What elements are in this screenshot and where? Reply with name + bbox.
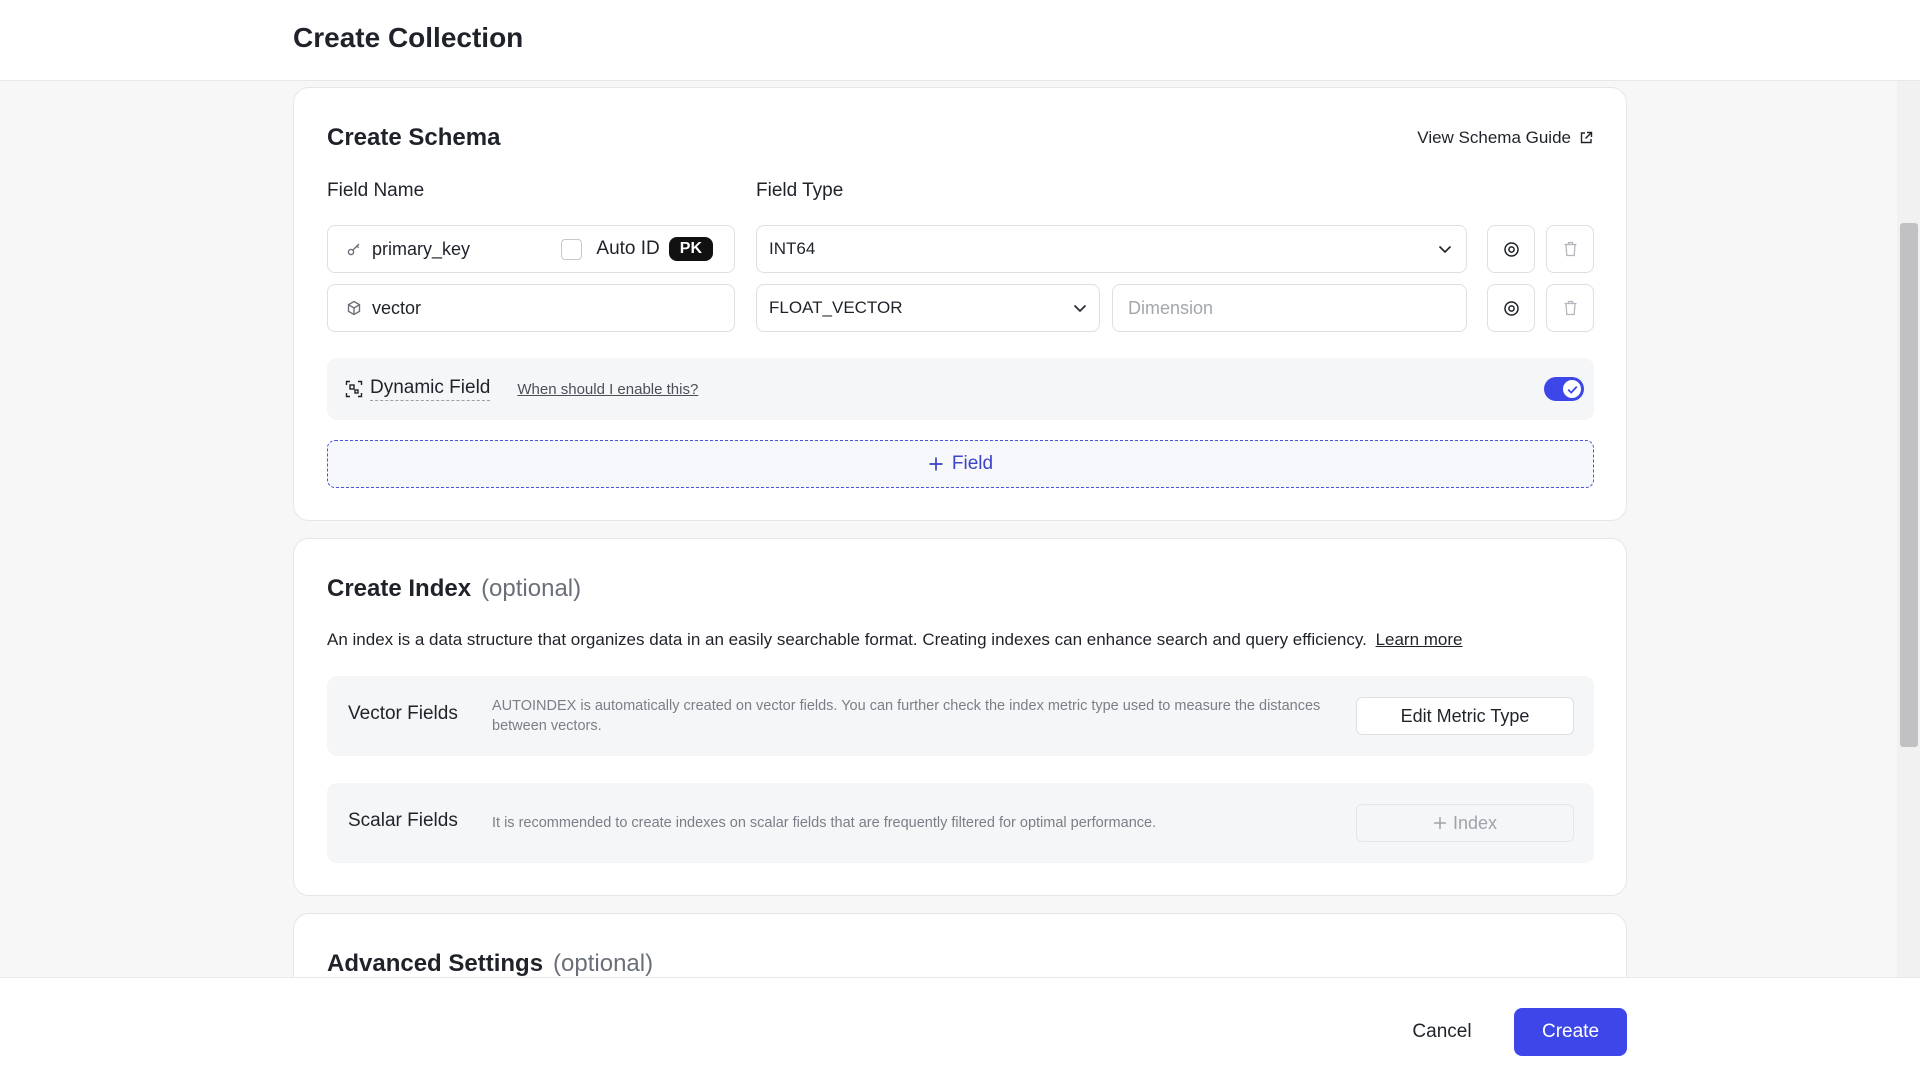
field-type-label: Field Type	[756, 180, 844, 201]
primary-key-type-select[interactable]: INT64	[756, 225, 1467, 273]
vector-fields-description: AUTOINDEX is automatically created on ve…	[492, 698, 1321, 734]
vector-field-name: vector	[372, 297, 422, 318]
scrollbar-track[interactable]	[1897, 81, 1920, 977]
settings-icon	[1503, 241, 1519, 257]
index-card: Create Index (optional) An index is a dat…	[293, 538, 1627, 896]
add-index-label: Index	[1452, 812, 1498, 833]
trash-icon	[1564, 241, 1576, 257]
create-button[interactable]: Create	[1514, 1008, 1627, 1056]
dimension-input[interactable]: Dimension	[1112, 284, 1467, 332]
add-field-label: Field	[951, 453, 994, 474]
toggle-knob	[1563, 380, 1581, 398]
cancel-button[interactable]: Cancel	[1394, 1008, 1490, 1056]
add-field-button[interactable]: Field	[327, 440, 1594, 488]
vector-settings-button[interactable]	[1487, 284, 1535, 332]
vector-delete-button[interactable]	[1546, 284, 1594, 332]
index-description-text: An index is a data structure that organi…	[327, 630, 1367, 649]
schema-card: Create Schema View Schema Guide Field Na…	[293, 87, 1627, 521]
chevron-down-icon	[1438, 245, 1452, 253]
primary-key-type-value: INT64	[769, 239, 816, 258]
dynamic-field-toggle[interactable]	[1544, 377, 1584, 401]
external-link-icon	[1580, 131, 1593, 144]
add-index-button[interactable]: Index	[1356, 804, 1574, 842]
field-name-label: Field Name	[327, 180, 425, 201]
dynamic-field-row: Dynamic Field When should I enable this?	[327, 358, 1594, 420]
footer-bar: Cancel Create	[0, 977, 1920, 1085]
dimension-placeholder: Dimension	[1128, 297, 1214, 318]
dynamic-field-help-link[interactable]: When should I enable this?	[517, 381, 698, 398]
scalar-fields-description: It is recommended to create indexes on s…	[492, 815, 1157, 831]
learn-more-link[interactable]: Learn more	[1376, 630, 1463, 649]
view-schema-guide-label: View Schema Guide	[1417, 128, 1571, 147]
vector-fields-title: Vector Fields	[348, 703, 458, 724]
dynamic-field-label: Dynamic Field	[370, 377, 491, 401]
plus-icon	[929, 457, 943, 471]
primary-key-settings-button[interactable]	[1487, 225, 1535, 273]
plus-icon	[1433, 817, 1446, 829]
index-optional-label: (optional)	[481, 575, 582, 602]
vector-type-value: FLOAT_VECTOR	[769, 298, 903, 317]
advanced-settings-title-text: Advanced Settings	[327, 950, 544, 977]
check-icon	[1567, 385, 1577, 394]
dynamic-field-icon	[345, 380, 363, 398]
auto-id-checkbox[interactable]	[561, 238, 583, 260]
trash-icon	[1564, 300, 1576, 316]
scalar-fields-row: Scalar Fields It is recommended to creat…	[327, 783, 1594, 863]
primary-key-name: primary_key	[372, 238, 471, 259]
chevron-down-icon	[1073, 304, 1087, 312]
pk-badge: PK	[668, 237, 713, 261]
auto-id-label: Auto ID	[596, 238, 660, 259]
advanced-optional-label: (optional)	[553, 950, 654, 977]
index-description: An index is a data structure that organi…	[327, 630, 1463, 650]
view-schema-guide-link[interactable]: View Schema Guide	[1417, 128, 1593, 148]
edit-metric-type-label: Edit Metric Type	[1400, 705, 1530, 726]
vector-name-field[interactable]: vector	[327, 284, 735, 332]
vector-type-select[interactable]: FLOAT_VECTOR	[756, 284, 1100, 332]
page-title: Create Collection	[293, 22, 524, 53]
primary-key-name-field[interactable]: primary_key Auto ID PK	[327, 225, 735, 273]
vector-icon	[347, 300, 361, 316]
advanced-settings-title: Advanced Settings (optional)	[327, 950, 653, 978]
settings-icon	[1503, 300, 1519, 316]
header-bar: Create Collection	[0, 0, 1920, 81]
vector-fields-row: Vector Fields AUTOINDEX is automatically…	[327, 676, 1594, 756]
key-icon	[347, 243, 360, 256]
edit-metric-type-button[interactable]: Edit Metric Type	[1356, 697, 1574, 735]
index-title: Create Index (optional)	[327, 575, 581, 603]
primary-key-delete-button[interactable]	[1546, 225, 1594, 273]
scalar-fields-title: Scalar Fields	[348, 810, 458, 831]
index-title-text: Create Index	[327, 575, 472, 602]
schema-title: Create Schema	[327, 124, 501, 151]
scrollbar-thumb[interactable]	[1900, 223, 1918, 747]
